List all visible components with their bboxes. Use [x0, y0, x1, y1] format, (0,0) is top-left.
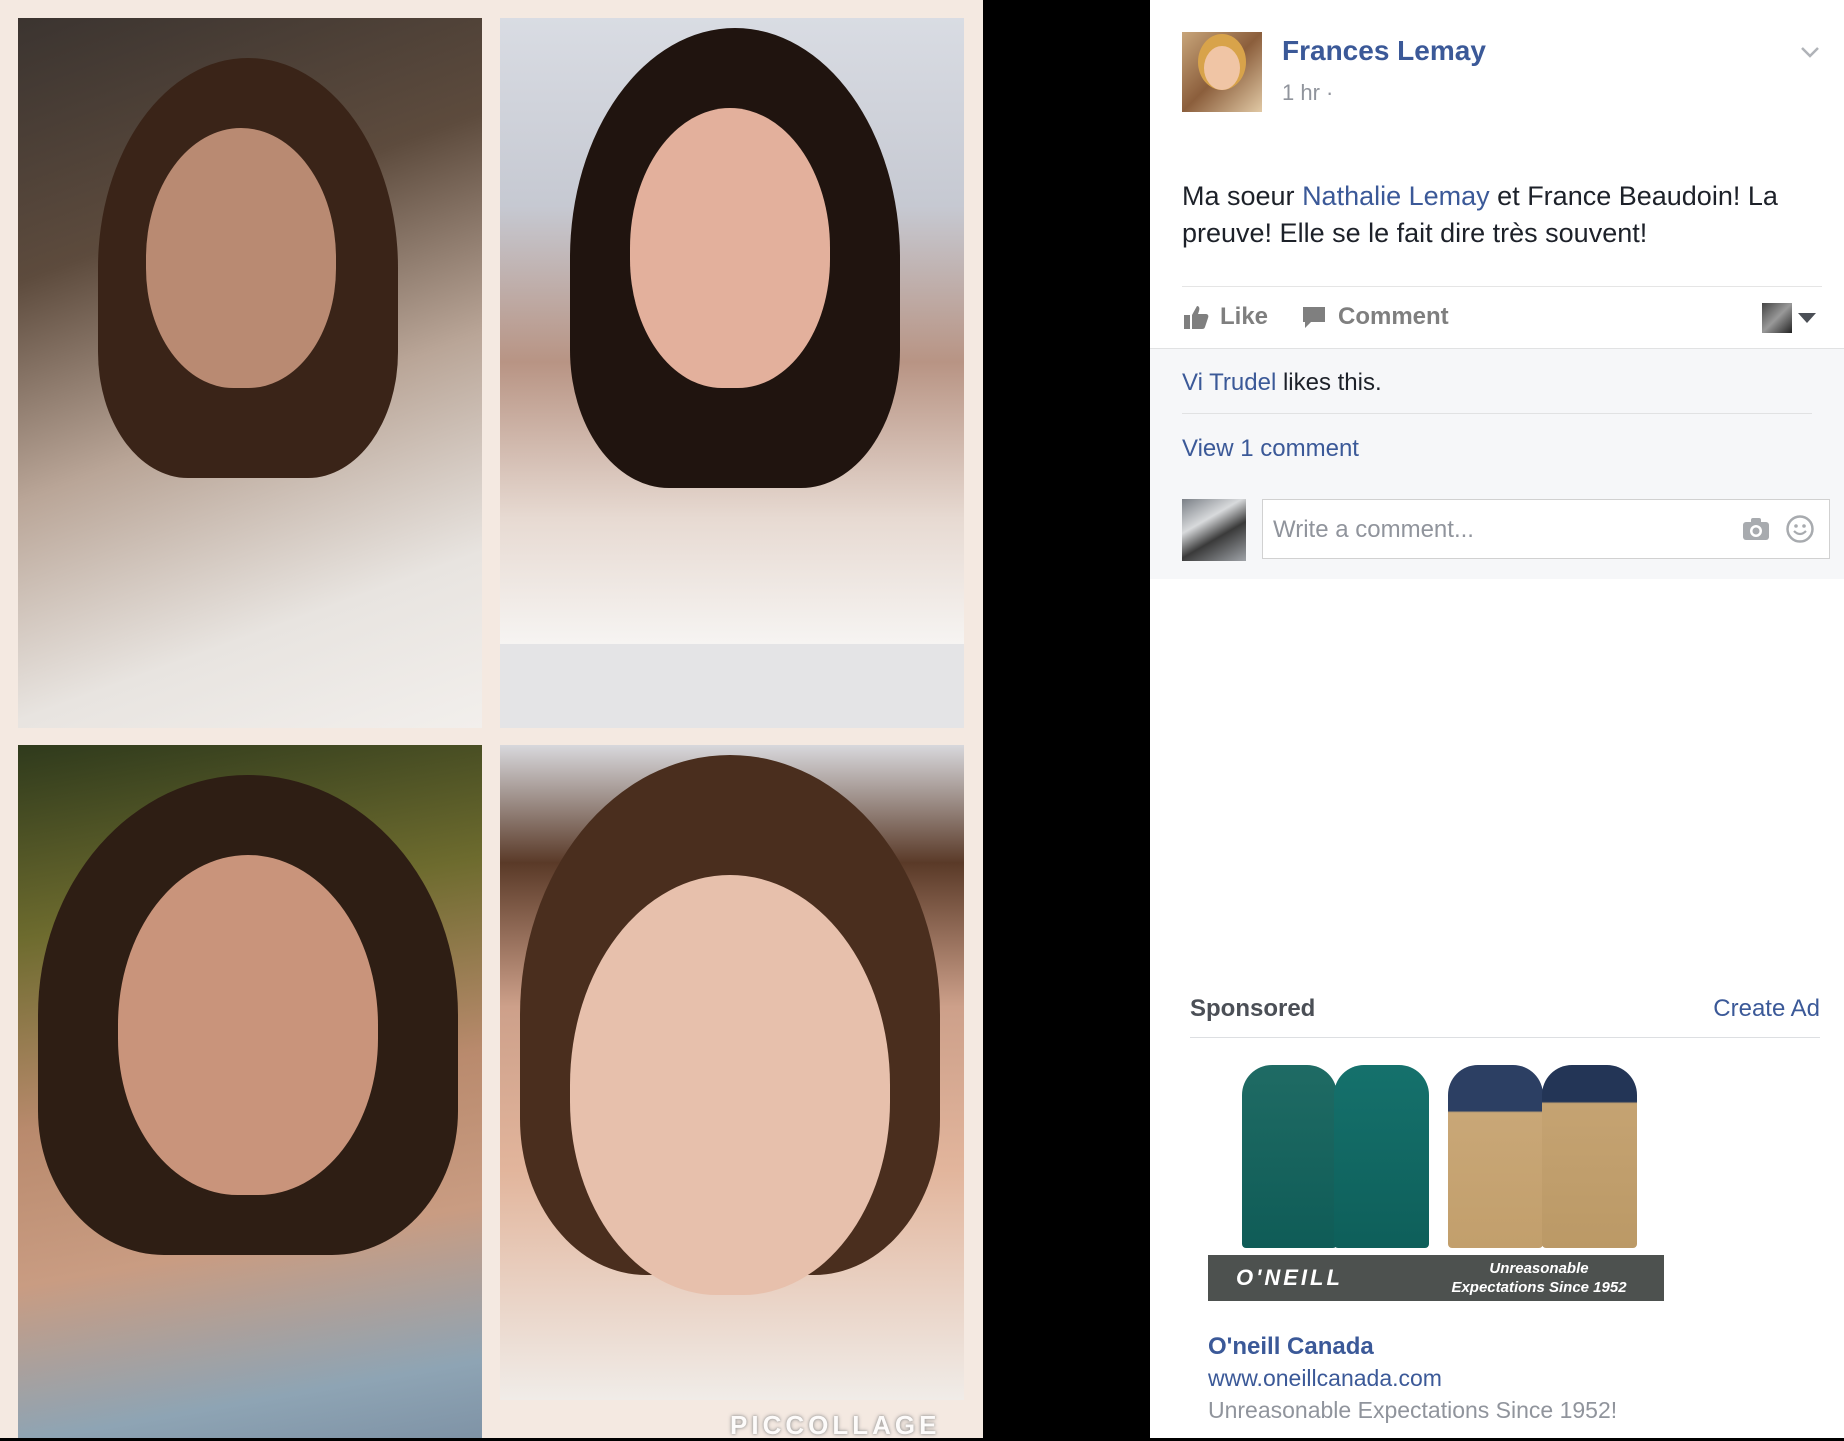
post-photo[interactable]: PICCOLLAGE [0, 0, 1150, 1440]
post-header: Frances Lemay 1 hr · [1182, 32, 1824, 114]
likes-suffix: likes this. [1276, 369, 1382, 396]
ad-banner-tagline: Unreasonable Expectations Since 1952 [1451, 1260, 1627, 1296]
like-button[interactable]: Like [1182, 303, 1268, 331]
post-side-panel: Frances Lemay 1 hr · Ma soeur Nathalie L… [1150, 0, 1844, 1438]
collage-photo-bottom-right [500, 745, 964, 1400]
comment-composer[interactable] [1262, 499, 1830, 560]
view-comments-link[interactable]: View 1 comment [1182, 435, 1359, 463]
post-as-selector[interactable] [1762, 303, 1816, 333]
collage-gap [500, 644, 964, 728]
post-actions: Like Comment [1182, 286, 1822, 349]
ad-url-link[interactable]: www.oneillcanada.com [1208, 1365, 1442, 1392]
photo-collage: PICCOLLAGE [0, 0, 983, 1440]
ad-brand-logo: O'NEILL [1236, 1265, 1343, 1290]
smiley-icon[interactable] [1785, 514, 1815, 544]
sponsored-title: Sponsored [1190, 995, 1316, 1022]
post-timestamp[interactable]: 1 hr · [1282, 80, 1333, 106]
collage-photo-top-left [18, 18, 482, 728]
commenter-avatar [1182, 499, 1246, 561]
collage-photo-bottom-left [18, 745, 482, 1438]
ad-banner: O'NEILL Unreasonable Expectations Since … [1208, 1255, 1664, 1301]
collage-photo-top-right [500, 18, 964, 644]
caret-down-icon [1798, 313, 1816, 323]
profile-avatar-small [1762, 303, 1792, 333]
camera-icon[interactable] [1741, 515, 1771, 543]
create-ad-link[interactable]: Create Ad [1713, 995, 1820, 1023]
post-message: Ma soeur Nathalie Lemay et France Beaudo… [1182, 178, 1812, 252]
comment-label: Comment [1338, 303, 1449, 330]
like-label: Like [1220, 303, 1269, 330]
tagged-person-link[interactable]: Nathalie Lemay [1302, 181, 1490, 211]
comment-bubble-icon [1303, 307, 1325, 328]
sponsored-section: Sponsored Create Ad O'NEILL Unreasonable… [1190, 995, 1820, 1423]
author-name[interactable]: Frances Lemay [1282, 35, 1486, 67]
ad-image[interactable]: O'NEILL Unreasonable Expectations Since … [1208, 1065, 1664, 1301]
comment-input[interactable] [1271, 500, 1745, 560]
jacket-image [1448, 1065, 1543, 1248]
jacket-image [1242, 1065, 1337, 1248]
jacket-image [1334, 1065, 1429, 1248]
chevron-down-icon[interactable] [1798, 40, 1822, 64]
sponsored-header: Sponsored Create Ad [1190, 995, 1820, 1038]
liker-link[interactable]: Vi Trudel [1182, 369, 1276, 396]
post-text-part: Ma soeur [1182, 181, 1303, 211]
likes-summary: Vi Trudel likes this. [1182, 369, 1812, 414]
thumbs-up-icon [1184, 306, 1209, 329]
ad-title-link[interactable]: O'neill Canada [1208, 1333, 1374, 1361]
author-avatar[interactable] [1182, 32, 1262, 112]
comment-button[interactable]: Comment [1300, 303, 1449, 331]
feedback-section: Vi Trudel likes this. View 1 comment [1150, 348, 1844, 579]
jacket-image [1542, 1065, 1637, 1248]
ad-description: Unreasonable Expectations Since 1952! [1208, 1397, 1618, 1423]
collage-watermark: PICCOLLAGE [730, 1410, 941, 1440]
